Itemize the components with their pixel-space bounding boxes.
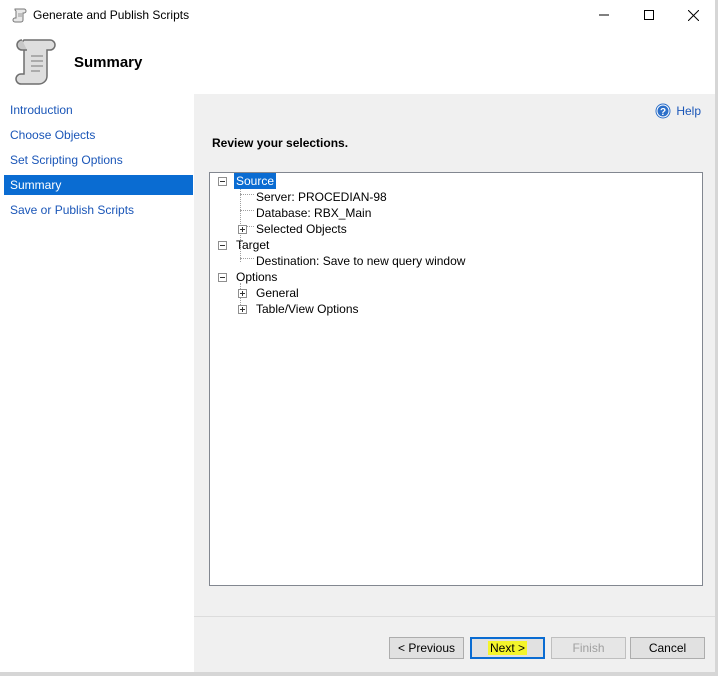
script-scroll-icon [12,8,27,23]
tree-node-label: Destination: Save to new query window [256,254,466,268]
window-title: Generate and Publish Scripts [33,8,190,22]
sidebar-item-set-scripting-options[interactable]: Set Scripting Options [4,150,193,170]
collapse-icon[interactable] [218,177,227,186]
summary-panel: ? Help Review your selections. Source Se… [194,94,715,672]
selections-tree[interactable]: Source Server: PROCEDIAN-98 Database: RB… [209,172,703,586]
collapse-icon[interactable] [218,273,227,282]
minimize-button[interactable] [581,0,627,30]
tree-node-label: Selected Objects [256,222,347,236]
wizard-steps-sidebar: Introduction Choose Objects Set Scriptin… [4,94,194,672]
expand-icon[interactable] [238,305,247,314]
tree-node-label: Target [236,238,270,252]
cancel-button[interactable]: Cancel [630,637,705,659]
tree-node-label: Server: PROCEDIAN-98 [256,190,387,204]
help-label: Help [676,104,701,118]
sidebar-item-introduction[interactable]: Introduction [4,100,193,120]
sidebar-item-save-or-publish-scripts[interactable]: Save or Publish Scripts [4,200,193,220]
tree-node-label: General [256,286,299,300]
tree-node-options[interactable]: Options [218,269,698,285]
tree-node-label: Database: RBX_Main [256,206,372,220]
tree-node-server[interactable]: Server: PROCEDIAN-98 [218,189,698,205]
window-border [0,672,718,676]
title-bar: Generate and Publish Scripts [0,0,718,30]
wizard-header: Summary [0,30,718,94]
tree-node-label: Options [236,270,278,284]
finish-button[interactable]: Finish [551,637,626,659]
close-icon [687,9,699,21]
next-button-label: Next > [487,641,527,655]
help-icon: ? [655,103,671,119]
maximize-button[interactable] [626,0,672,30]
sidebar-item-summary[interactable]: Summary [4,175,193,195]
close-button[interactable] [670,0,716,30]
minimize-icon [599,14,609,16]
review-heading: Review your selections. [212,136,349,150]
expand-icon[interactable] [238,289,247,298]
next-button[interactable]: Next > [470,637,545,659]
tree-node-target[interactable]: Target [218,237,698,253]
page-title: Summary [74,54,143,71]
footer-divider [194,616,715,617]
tree-node-source[interactable]: Source [218,173,698,189]
script-scroll-icon [15,39,56,85]
tree-node-table-view-options[interactable]: Table/View Options [218,301,698,317]
maximize-icon [644,10,654,20]
help-link[interactable]: ? Help [655,103,701,119]
tree-node-database[interactable]: Database: RBX_Main [218,205,698,221]
tree-node-selected-objects[interactable]: Selected Objects [218,221,698,237]
sidebar-item-choose-objects[interactable]: Choose Objects [4,125,193,145]
svg-text:?: ? [660,107,666,118]
tree-node-destination[interactable]: Destination: Save to new query window [218,253,698,269]
previous-button[interactable]: < Previous [389,637,464,659]
expand-icon[interactable] [238,225,247,234]
tree-node-label: Source [234,173,277,189]
collapse-icon[interactable] [218,241,227,250]
tree-node-label: Table/View Options [256,302,359,316]
tree-node-general[interactable]: General [218,285,698,301]
